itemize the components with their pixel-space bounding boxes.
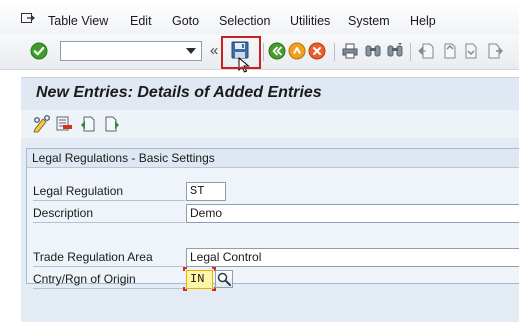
previous-entry-icon[interactable]: [79, 115, 97, 133]
cancel-icon[interactable]: [308, 42, 326, 60]
toolbar-separator: [410, 43, 411, 61]
print-icon[interactable]: [341, 42, 359, 60]
menu-goto[interactable]: Goto: [172, 13, 199, 29]
save-button-highlight: [221, 36, 261, 69]
value-help-button[interactable]: [215, 270, 233, 288]
description-field[interactable]: Demo: [186, 204, 519, 223]
next-entry-icon[interactable]: [103, 115, 121, 133]
toolbar-separator: [263, 43, 264, 61]
focus-corner-mark: [183, 267, 187, 271]
title-bar: New Entries: Details of Added Entries: [21, 77, 519, 110]
application-toolbar: [21, 110, 519, 138]
enter-check-icon[interactable]: [30, 42, 48, 60]
description-label: Description: [33, 204, 185, 223]
menu-edit[interactable]: Edit: [130, 13, 152, 29]
menu-selection[interactable]: Selection: [219, 13, 270, 29]
search-icon: [217, 272, 231, 286]
menu-bar: Table View Edit Goto Selection Utilities…: [0, 0, 519, 34]
find-next-icon[interactable]: [386, 42, 404, 60]
trade-regulation-area-label: Trade Regulation Area: [33, 248, 185, 267]
menu-system[interactable]: System: [348, 13, 390, 29]
basic-settings-group: Legal Regulations - Basic Settings Legal…: [26, 148, 519, 291]
previous-page-icon[interactable]: [440, 42, 458, 60]
group-title: Legal Regulations - Basic Settings: [27, 149, 519, 168]
command-input[interactable]: [61, 42, 179, 60]
menu-table-view[interactable]: Table View: [48, 13, 108, 29]
country-region-origin-label: Cntry/Rgn of Origin: [33, 270, 185, 289]
back-icon[interactable]: [268, 42, 286, 60]
toolbar-separator: [334, 43, 335, 61]
legal-regulation-label: Legal Regulation: [33, 182, 185, 201]
menu-utilities[interactable]: Utilities: [290, 13, 330, 29]
exit-icon[interactable]: [288, 42, 306, 60]
legal-regulation-field[interactable]: ST: [186, 182, 226, 201]
last-page-icon[interactable]: [486, 42, 504, 60]
first-page-icon[interactable]: [417, 42, 435, 60]
display-change-icon[interactable]: [32, 115, 50, 133]
chevron-down-icon[interactable]: [186, 48, 196, 54]
form-area: Legal Regulations - Basic Settings Legal…: [21, 138, 519, 322]
focus-corner-mark: [183, 287, 187, 291]
delete-icon[interactable]: [55, 115, 73, 133]
command-field[interactable]: [60, 41, 202, 61]
menu-exit-icon[interactable]: [21, 13, 35, 25]
find-icon[interactable]: [364, 42, 382, 60]
menu-help[interactable]: Help: [410, 13, 436, 29]
trade-regulation-area-field[interactable]: Legal Control: [186, 248, 519, 267]
country-region-origin-field[interactable]: IN: [186, 270, 213, 289]
next-page-icon[interactable]: [463, 42, 481, 60]
collapse-command-field-icon[interactable]: «: [210, 43, 218, 59]
page-title: New Entries: Details of Added Entries: [36, 84, 322, 101]
